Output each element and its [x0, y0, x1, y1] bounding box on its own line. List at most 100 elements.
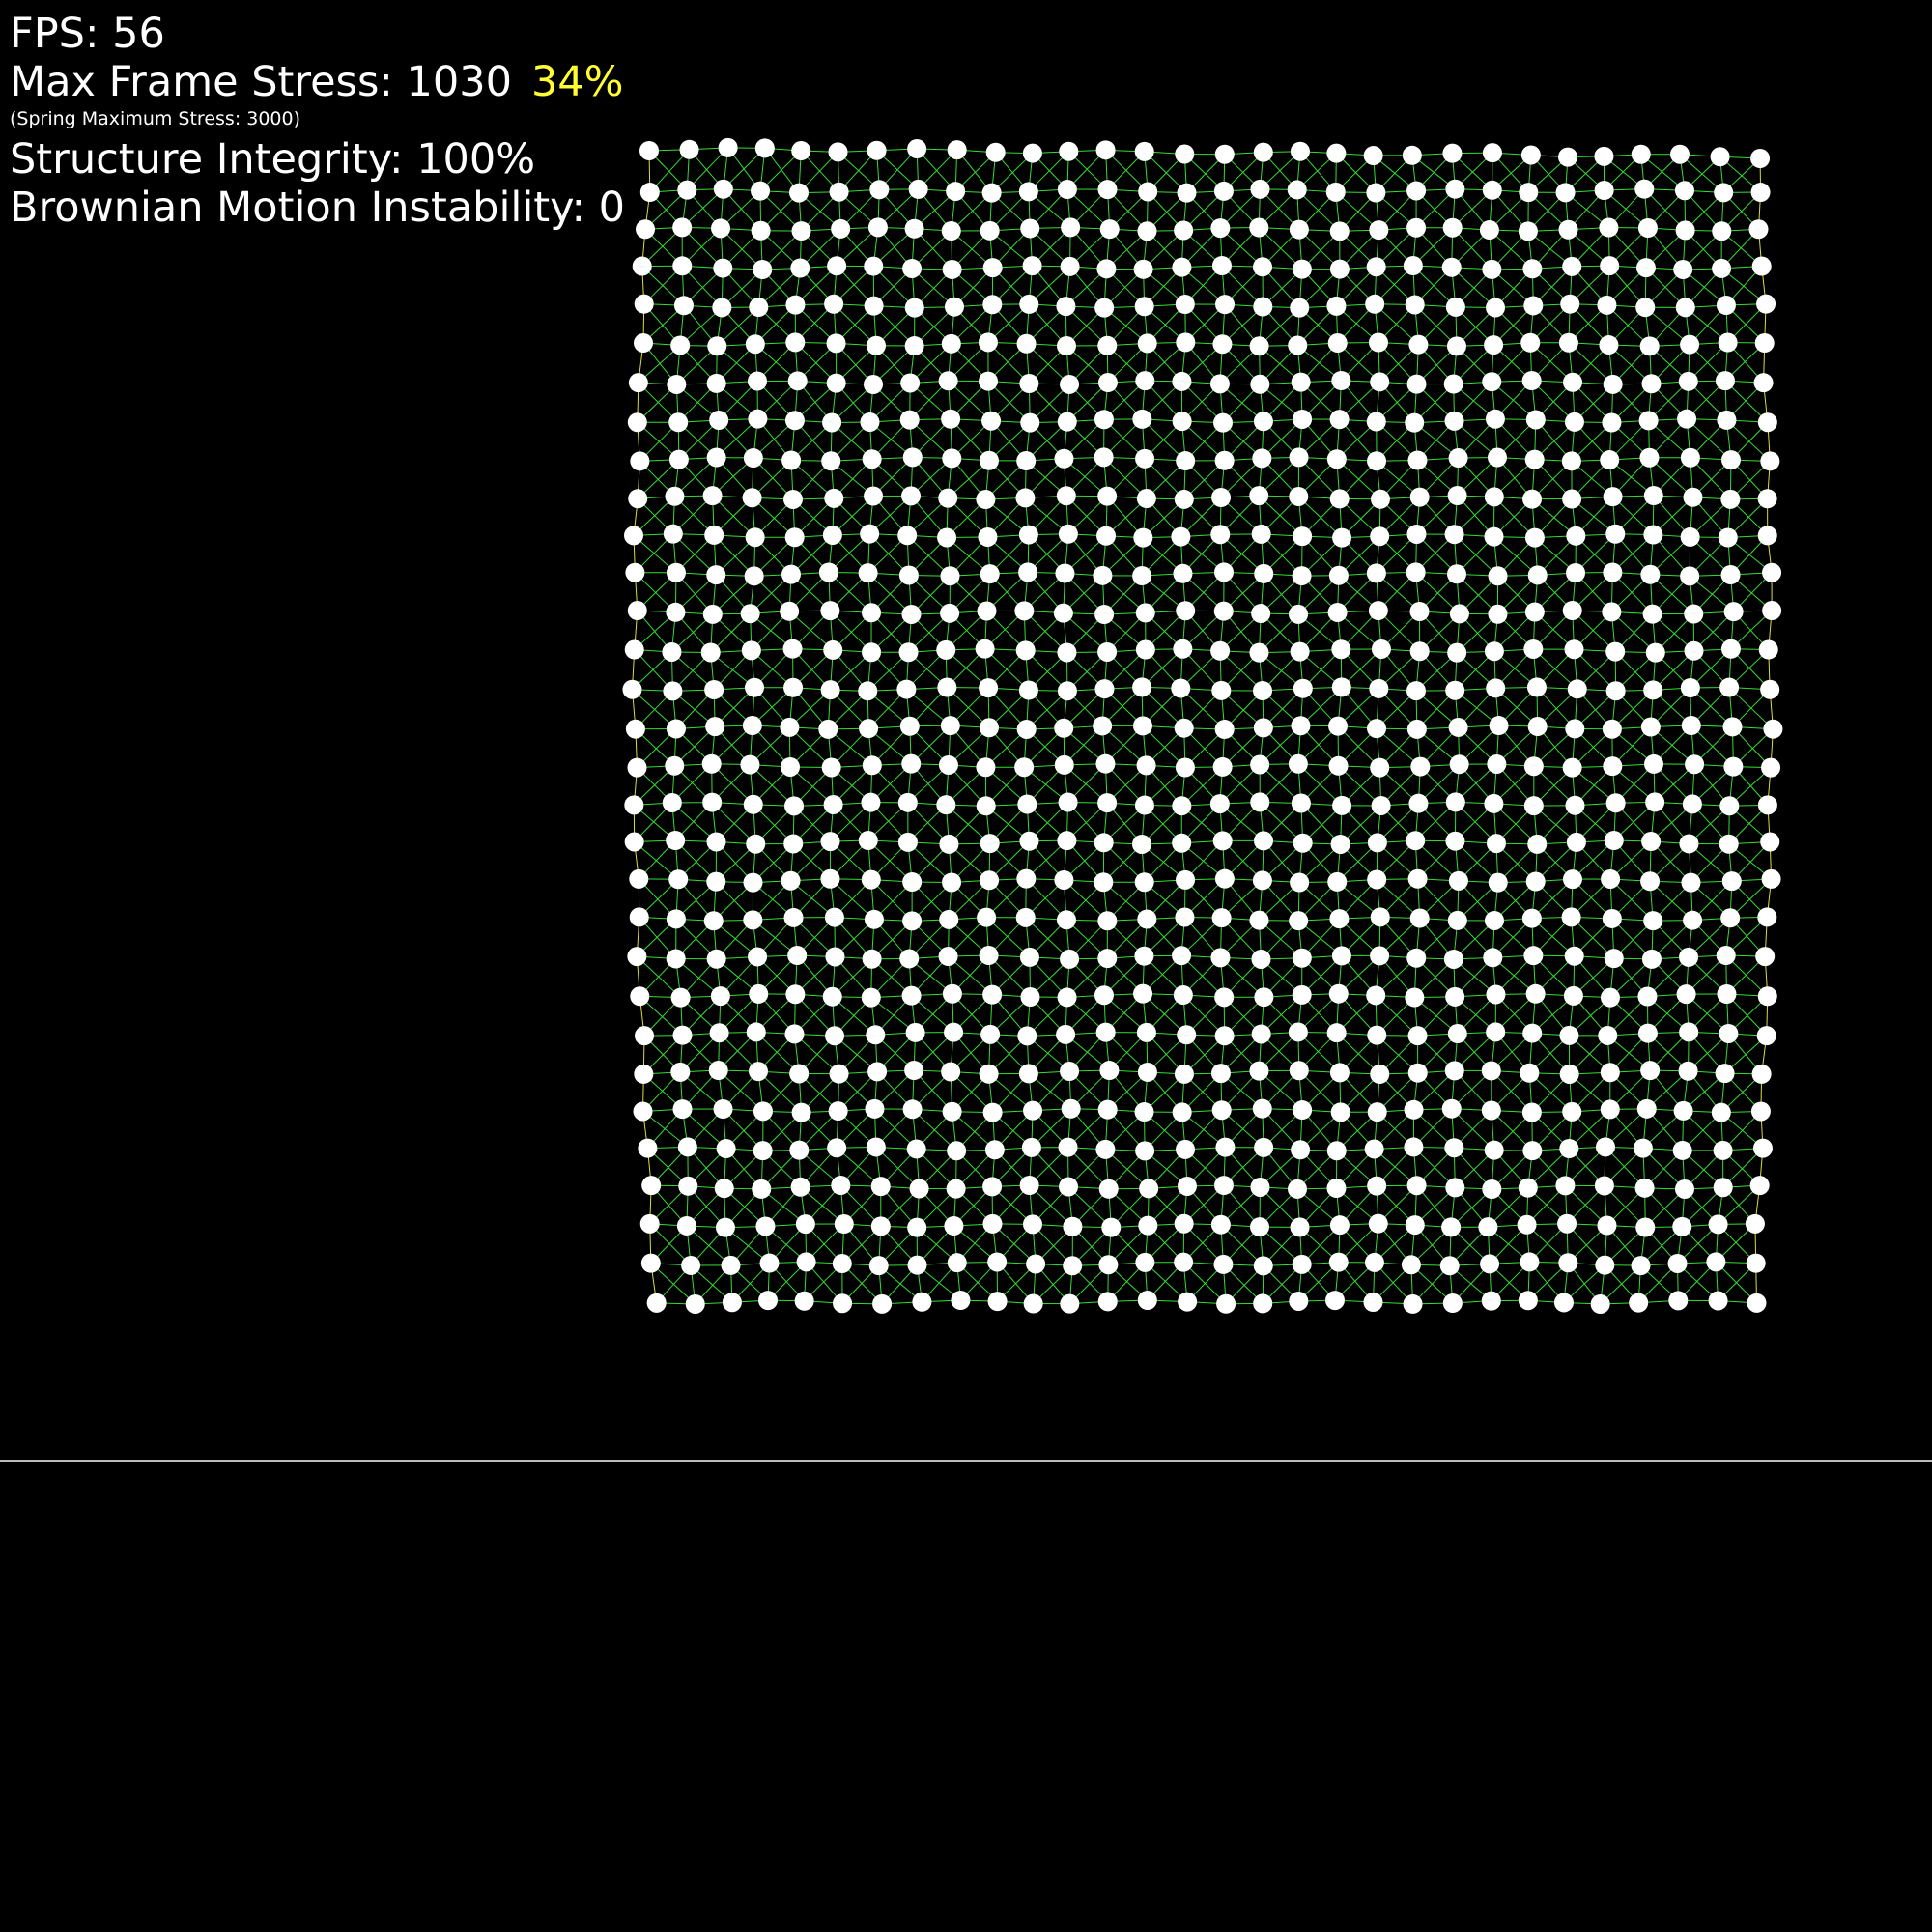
mass-node[interactable]: [1602, 412, 1622, 433]
mass-node[interactable]: [1408, 793, 1429, 813]
mass-node[interactable]: [1680, 526, 1700, 547]
mass-node[interactable]: [1641, 832, 1662, 852]
mass-node[interactable]: [979, 678, 999, 698]
mass-node[interactable]: [822, 412, 842, 433]
mass-node[interactable]: [1757, 907, 1777, 927]
mass-node[interactable]: [1640, 871, 1661, 892]
mass-node[interactable]: [1404, 1137, 1424, 1157]
mass-node[interactable]: [1293, 678, 1313, 698]
mass-node[interactable]: [1444, 411, 1464, 431]
mass-node[interactable]: [1254, 987, 1274, 1008]
mass-node[interactable]: [742, 488, 762, 508]
mass-node[interactable]: [1674, 181, 1694, 201]
mass-node[interactable]: [1101, 1217, 1122, 1237]
mass-node[interactable]: [942, 448, 962, 469]
mass-node[interactable]: [1178, 1292, 1198, 1312]
mass-node[interactable]: [1677, 409, 1697, 429]
mass-node[interactable]: [1562, 489, 1582, 509]
mass-node[interactable]: [1215, 295, 1236, 315]
mass-node[interactable]: [742, 716, 762, 736]
mass-node[interactable]: [635, 1026, 655, 1046]
mass-node[interactable]: [677, 1137, 697, 1157]
mass-node[interactable]: [743, 794, 763, 814]
mass-node[interactable]: [1629, 1293, 1649, 1313]
mass-node[interactable]: [666, 719, 686, 739]
mass-node[interactable]: [1718, 527, 1738, 548]
mass-node[interactable]: [1447, 910, 1467, 930]
mass-node[interactable]: [1402, 145, 1422, 165]
mass-node[interactable]: [783, 677, 804, 697]
mass-node[interactable]: [1288, 753, 1308, 774]
mass-node[interactable]: [744, 566, 764, 586]
mass-node[interactable]: [1680, 447, 1700, 468]
mass-node[interactable]: [702, 792, 723, 812]
mass-node[interactable]: [1094, 833, 1114, 853]
mass-node[interactable]: [1254, 563, 1274, 583]
mass-node[interactable]: [1756, 1026, 1776, 1046]
mass-node[interactable]: [1210, 948, 1231, 968]
mass-node[interactable]: [1094, 298, 1115, 318]
mass-node[interactable]: [1715, 371, 1735, 391]
mass-node[interactable]: [820, 680, 840, 700]
mass-node[interactable]: [1682, 794, 1702, 814]
mass-node[interactable]: [1522, 1023, 1543, 1043]
mass-node[interactable]: [901, 486, 922, 506]
mass-node[interactable]: [1444, 1138, 1464, 1158]
mass-node[interactable]: [1210, 1214, 1231, 1235]
mass-node[interactable]: [1213, 181, 1234, 201]
mass-node[interactable]: [1406, 948, 1427, 968]
mass-node[interactable]: [1643, 911, 1663, 931]
mass-node[interactable]: [902, 258, 923, 278]
mass-node[interactable]: [1747, 1293, 1767, 1313]
mass-node[interactable]: [1326, 1141, 1347, 1161]
mass-node[interactable]: [951, 1291, 971, 1311]
mass-node[interactable]: [1131, 834, 1151, 854]
mass-node[interactable]: [901, 604, 922, 624]
mass-node[interactable]: [908, 179, 928, 199]
mass-node[interactable]: [897, 526, 918, 546]
mass-node[interactable]: [1520, 1252, 1540, 1272]
mass-node[interactable]: [1058, 1137, 1078, 1157]
mass-node[interactable]: [1291, 716, 1311, 736]
mass-node[interactable]: [942, 259, 962, 279]
mass-node[interactable]: [1488, 872, 1508, 893]
mass-node[interactable]: [1757, 489, 1777, 509]
mass-node[interactable]: [979, 946, 999, 966]
mass-node[interactable]: [1097, 793, 1118, 813]
mass-node[interactable]: [1254, 1137, 1274, 1157]
mass-node[interactable]: [1290, 1217, 1310, 1237]
mass-node[interactable]: [1564, 946, 1584, 966]
mass-node[interactable]: [1289, 604, 1309, 624]
mass-node[interactable]: [622, 679, 642, 699]
mass-node[interactable]: [1750, 1101, 1771, 1122]
mass-node[interactable]: [624, 639, 644, 660]
mass-node[interactable]: [753, 1101, 773, 1122]
mass-node[interactable]: [1293, 1100, 1313, 1121]
mass-node[interactable]: [1527, 834, 1548, 854]
mass-node[interactable]: [947, 140, 967, 160]
mass-node[interactable]: [1137, 1291, 1157, 1311]
mass-node[interactable]: [1633, 1138, 1653, 1158]
mass-node[interactable]: [1017, 1026, 1037, 1046]
mass-node[interactable]: [1521, 1102, 1542, 1122]
mass-node[interactable]: [1060, 1293, 1080, 1314]
mass-node[interactable]: [1054, 448, 1074, 469]
mass-node[interactable]: [944, 1216, 964, 1236]
mass-node[interactable]: [1595, 1137, 1615, 1157]
mass-node[interactable]: [1409, 487, 1430, 507]
mass-node[interactable]: [1214, 1026, 1235, 1046]
mass-node[interactable]: [1175, 295, 1195, 315]
mass-node[interactable]: [708, 1061, 728, 1081]
mass-node[interactable]: [1022, 143, 1042, 163]
mass-node[interactable]: [1017, 794, 1037, 814]
mass-node[interactable]: [981, 183, 1002, 203]
mass-node[interactable]: [1099, 1061, 1120, 1081]
mass-node[interactable]: [1683, 487, 1703, 507]
mass-node[interactable]: [1367, 1176, 1387, 1196]
mass-node[interactable]: [1174, 1252, 1194, 1272]
mass-node[interactable]: [633, 1101, 653, 1122]
mass-node[interactable]: [833, 1293, 853, 1314]
mass-node[interactable]: [867, 1062, 888, 1082]
mass-node[interactable]: [1328, 565, 1349, 585]
mass-node[interactable]: [907, 1255, 927, 1275]
